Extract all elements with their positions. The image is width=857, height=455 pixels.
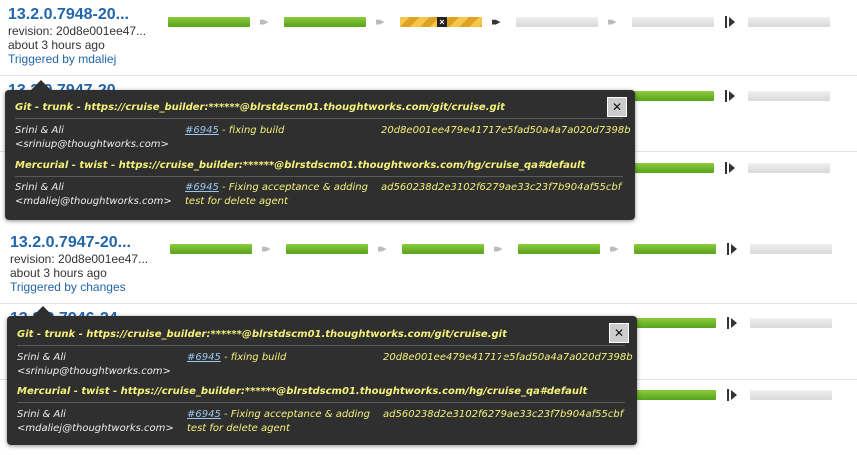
commit-comment: #6945 - Fixing acceptance & adding test …: [187, 408, 372, 436]
stage-passed[interactable]: [632, 163, 714, 173]
material-changes-popup: ✕ Git - trunk - https://cruise_builder:*…: [5, 80, 635, 220]
stage-passed[interactable]: [518, 244, 600, 254]
divider: [15, 176, 623, 177]
pipeline-label-link[interactable]: 13.2.0.7948-20...: [8, 6, 148, 24]
stage-passed[interactable]: [634, 390, 716, 400]
pipeline-info: 13.2.0.7947-20... revision: 20d8e001ee47…: [10, 234, 160, 295]
pipeline-link[interactable]: #6945: [185, 182, 219, 193]
arrow-icon: ▸▸▸: [260, 16, 268, 28]
user-email: <mdaliej@thoughtworks.com>: [15, 196, 172, 207]
pipeline-label-link[interactable]: 13.2.0.7947-20...: [10, 234, 150, 252]
revision-hash: 20d8e001ee479e41717e5fad50a4a7a020d7398b: [381, 125, 631, 136]
arrow-icon: ▸▸▸: [494, 243, 502, 255]
triggered-by-link[interactable]: Triggered by mdaliej: [8, 52, 158, 67]
divider: [15, 118, 623, 119]
stage-passed[interactable]: [632, 91, 714, 101]
close-icon[interactable]: ✕: [607, 97, 627, 117]
stage-idle: [748, 17, 830, 27]
stage-idle: [516, 17, 598, 27]
material-header: Git - trunk - https://cruise_builder:***…: [15, 102, 505, 113]
revision-hash: ad560238d2e3102f6279ae33c23f7b904af55cbf: [383, 409, 624, 420]
stage-passed[interactable]: [402, 244, 484, 254]
arrow-icon: ▸▸▸: [376, 16, 384, 28]
material-changes-popup: ✕ Git - trunk - https://cruise_builder:*…: [7, 306, 637, 445]
age-text: about 3 hours ago: [8, 38, 105, 52]
popup-pointer: [33, 306, 53, 316]
modified-by: Srini & Ali <sriniup@thoughtworks.com>: [15, 124, 169, 152]
user-email: <sriniup@thoughtworks.com>: [17, 366, 171, 377]
manual-gate-icon[interactable]: [727, 317, 741, 329]
commit-comment: #6945 - Fixing acceptance & adding test …: [185, 181, 370, 209]
stage-building[interactable]: ×: [400, 17, 482, 27]
pipeline-row: 13.2.0.7947-20... revision: 20d8e001ee47…: [0, 228, 857, 304]
user-email: <mdaliej@thoughtworks.com>: [17, 423, 174, 434]
manual-gate-icon[interactable]: [727, 389, 741, 401]
popup-pointer: [31, 80, 51, 90]
arrow-icon: ▸▸▸: [378, 243, 386, 255]
revision-text: revision: 20d8e001ee47...: [10, 252, 149, 266]
divider: [17, 345, 625, 346]
stage-idle: [748, 91, 830, 101]
stage-passed[interactable]: [284, 17, 366, 27]
stage-idle: [750, 390, 832, 400]
stage-passed[interactable]: [634, 318, 716, 328]
user-name: Srini & Ali: [15, 125, 64, 136]
pipeline-link[interactable]: #6945: [187, 352, 221, 363]
modified-by: Srini & Ali <mdaliej@thoughtworks.com>: [15, 181, 172, 209]
stage-idle: [750, 318, 832, 328]
arrow-icon: ▸▸▸: [610, 243, 618, 255]
stage-idle: [748, 163, 830, 173]
modified-by: Srini & Ali <sriniup@thoughtworks.com>: [17, 351, 171, 379]
arrow-icon: ▸▸▸: [492, 16, 500, 28]
material-header: Git - trunk - https://cruise_builder:***…: [17, 329, 507, 340]
pipeline-link[interactable]: #6945: [185, 125, 219, 136]
user-name: Srini & Ali: [17, 352, 66, 363]
stage-passed[interactable]: [634, 244, 716, 254]
stage-idle: [632, 17, 714, 27]
pipeline-link[interactable]: #6945: [187, 409, 221, 420]
revision-hash: ad560238d2e3102f6279ae33c23f7b904af55cbf: [381, 182, 622, 193]
manual-gate-icon[interactable]: [725, 16, 739, 28]
stage-passed[interactable]: [170, 244, 252, 254]
close-icon[interactable]: ✕: [609, 323, 629, 343]
modified-by: Srini & Ali <mdaliej@thoughtworks.com>: [17, 408, 174, 436]
triggered-by-link[interactable]: Triggered by changes: [10, 280, 160, 295]
stage-passed[interactable]: [168, 17, 250, 27]
mouse-cursor-icon: [501, 346, 505, 358]
user-name: Srini & Ali: [15, 182, 64, 193]
stage-idle: [750, 244, 832, 254]
manual-gate-icon[interactable]: [727, 243, 741, 255]
manual-gate-icon[interactable]: [725, 162, 739, 174]
revision-hash: 20d8e001ee479e41717e5fad50a4a7a020d7398b: [383, 352, 633, 363]
age-text: about 3 hours ago: [10, 266, 107, 280]
pipeline-info: 13.2.0.7948-20... revision: 20d8e001ee47…: [8, 6, 158, 67]
pipeline-row: 13.2.0.7948-20... revision: 20d8e001ee47…: [0, 0, 857, 76]
manual-gate-icon[interactable]: [725, 90, 739, 102]
comment-text: - fixing build: [220, 352, 287, 363]
divider: [17, 402, 625, 403]
revision-text: revision: 20d8e001ee47...: [8, 24, 147, 38]
user-email: <sriniup@thoughtworks.com>: [15, 139, 169, 150]
comment-text: - fixing build: [218, 125, 285, 136]
commit-comment: #6945 - fixing build: [187, 351, 372, 365]
commit-comment: #6945 - fixing build: [185, 124, 370, 138]
arrow-icon: ▸▸▸: [608, 16, 616, 28]
arrow-icon: ▸▸▸: [262, 243, 270, 255]
material-header: Mercurial - twist - https://cruise_build…: [17, 386, 588, 397]
material-header: Mercurial - twist - https://cruise_build…: [15, 160, 586, 171]
user-name: Srini & Ali: [17, 409, 66, 420]
stop-icon[interactable]: ×: [437, 17, 447, 27]
stage-passed[interactable]: [286, 244, 368, 254]
